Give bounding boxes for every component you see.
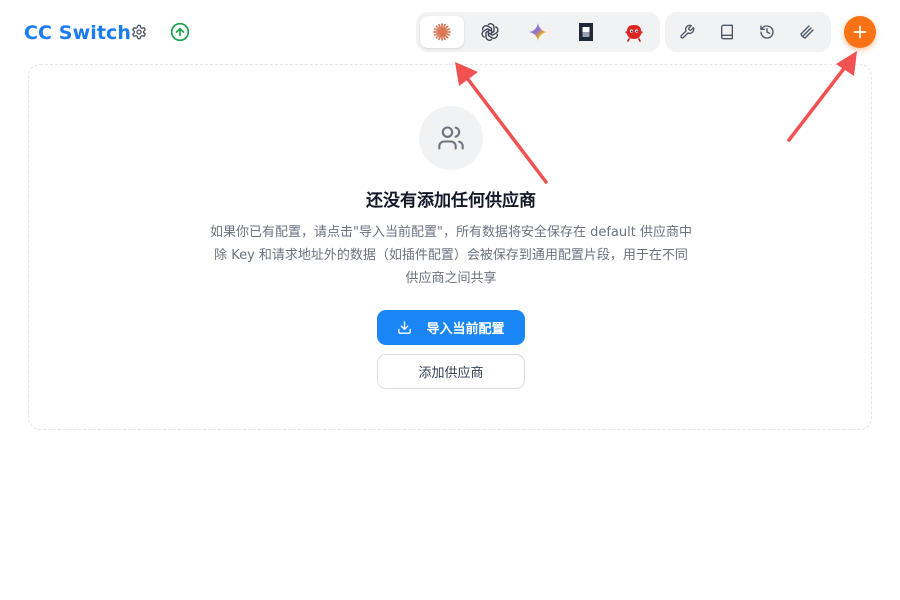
tools-button[interactable] — [669, 16, 705, 48]
gear-icon — [132, 24, 146, 40]
app-tab-claude[interactable] — [420, 16, 464, 48]
layers-button[interactable] — [789, 16, 825, 48]
openai-knot-icon — [481, 23, 499, 41]
empty-state-card: 还没有添加任何供应商 如果你已有配置，请点击"导入当前配置"，所有数据将安全保存… — [28, 64, 872, 430]
layers-icon — [800, 25, 814, 39]
history-button[interactable] — [749, 16, 785, 48]
empty-state-description: 如果你已有配置，请点击"导入当前配置"，所有数据将安全保存在 default 供… — [184, 221, 718, 290]
app-switcher — [416, 12, 660, 52]
app-tab-opencode[interactable] — [564, 16, 608, 48]
wrench-icon — [680, 24, 695, 39]
import-current-config-button[interactable]: 导入当前配置 — [377, 310, 525, 345]
arrow-up-circle-icon — [170, 22, 190, 42]
empty-state-title: 还没有添加任何供应商 — [366, 191, 536, 211]
gemini-sparkle-icon — [528, 22, 548, 42]
add-provider-fab[interactable] — [844, 16, 876, 48]
update-button[interactable] — [168, 20, 192, 44]
history-icon — [760, 25, 774, 39]
square-frame-icon — [579, 23, 593, 41]
download-icon — [398, 321, 412, 334]
users-icon — [438, 126, 464, 150]
tools-group — [665, 12, 831, 52]
app-header: CC Switch — [0, 0, 900, 64]
description-line: 如果你已有配置，请点击"导入当前配置"，所有数据将安全保存在 default 供… — [210, 225, 692, 240]
app-tab-mascot[interactable] — [612, 16, 656, 48]
docs-button[interactable] — [709, 16, 745, 48]
book-icon — [721, 24, 733, 40]
claude-starburst-icon — [433, 23, 451, 41]
add-provider-button-label: 添加供应商 — [418, 366, 484, 381]
settings-button[interactable] — [127, 20, 151, 44]
app-tab-gemini[interactable] — [516, 16, 560, 48]
plus-icon — [853, 25, 867, 39]
app-title: CC Switch — [24, 22, 132, 44]
red-mascot-icon — [625, 25, 643, 42]
empty-state-icon — [419, 106, 483, 170]
description-line: 供应商之间共享 — [405, 271, 497, 286]
description-line: 除 Key 和请求地址外的数据（如插件配置）会被保存到通用配置片段，用于在不同 — [214, 248, 688, 263]
app-tab-codex[interactable] — [468, 16, 512, 48]
import-button-label: 导入当前配置 — [426, 322, 505, 337]
add-provider-button[interactable]: 添加供应商 — [377, 354, 525, 389]
